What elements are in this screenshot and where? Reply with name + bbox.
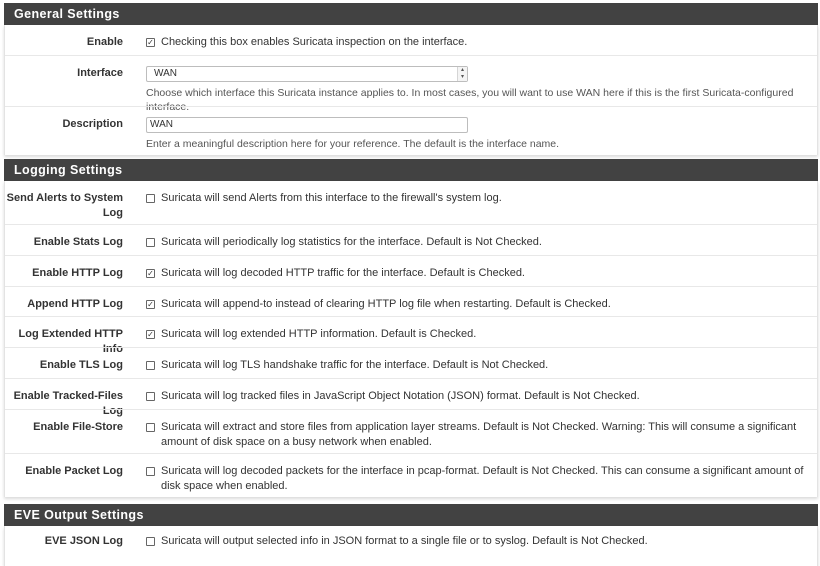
setting-label: Enable Stats Log bbox=[33, 236, 123, 248]
logging-settings-panel: Logging Settings Send Alerts to System L… bbox=[4, 159, 818, 497]
setting-row: Send Alerts to System Log Suricata will … bbox=[5, 181, 817, 224]
setting-content: Suricata will log TLS handshake traffic … bbox=[146, 358, 811, 373]
enable-label: Enable bbox=[86, 36, 123, 48]
description-label: Description bbox=[62, 118, 123, 130]
http-log-checkbox[interactable] bbox=[146, 269, 155, 278]
setting-text: Suricata will output selected info in JS… bbox=[161, 535, 648, 547]
select-arrows-icon: ▴ ▾ bbox=[457, 67, 467, 81]
eve-output-heading: EVE Output Settings bbox=[4, 504, 818, 526]
enable-checkbox[interactable] bbox=[146, 38, 155, 47]
description-input[interactable]: WAN bbox=[146, 117, 468, 133]
general-settings-heading: General Settings bbox=[4, 3, 818, 25]
setting-label: Send Alerts to System Log bbox=[6, 192, 123, 219]
setting-label: EVE JSON Log bbox=[44, 535, 123, 547]
setting-content: Suricata will log decoded packets for th… bbox=[146, 464, 811, 494]
setting-text: Suricata will send Alerts from this inte… bbox=[161, 192, 502, 204]
setting-row: Enable HTTP Log Suricata will log decode… bbox=[5, 255, 817, 286]
setting-row: Enable File-Store Suricata will extract … bbox=[5, 409, 817, 453]
description-help: Enter a meaningful description here for … bbox=[146, 138, 560, 150]
eve-json-checkbox[interactable] bbox=[146, 537, 155, 546]
enable-content: Checking this box enables Suricata inspe… bbox=[146, 35, 811, 50]
stats-log-checkbox[interactable] bbox=[146, 238, 155, 247]
general-settings-body: Enable Checking this box enables Suricat… bbox=[4, 25, 818, 155]
setting-label: Enable Packet Log bbox=[25, 465, 123, 477]
setting-label: Enable HTTP Log bbox=[32, 267, 123, 279]
interface-row: Interface WAN ▴ ▾ Choose which interface … bbox=[5, 55, 817, 113]
setting-content: Suricata will log tracked files in JavaS… bbox=[146, 389, 811, 404]
tracked-files-checkbox[interactable] bbox=[146, 392, 155, 401]
interface-label: Interface bbox=[77, 67, 123, 79]
send-alerts-checkbox[interactable] bbox=[146, 194, 155, 203]
setting-row: EVE JSON Log Suricata will output select… bbox=[5, 526, 817, 566]
enable-text: Checking this box enables Suricata inspe… bbox=[161, 36, 468, 48]
setting-label: Enable File-Store bbox=[33, 421, 123, 433]
logging-settings-heading: Logging Settings bbox=[4, 159, 818, 181]
interface-select[interactable]: WAN ▴ ▾ bbox=[146, 66, 468, 82]
setting-content: Suricata will append-to instead of clear… bbox=[146, 297, 811, 312]
setting-content: Suricata will log extended HTTP informat… bbox=[146, 327, 811, 342]
setting-text: Suricata will log extended HTTP informat… bbox=[161, 328, 477, 340]
eve-output-panel: EVE Output Settings EVE JSON Log Suricat… bbox=[4, 504, 818, 566]
eve-output-body: EVE JSON Log Suricata will output select… bbox=[4, 526, 818, 566]
logging-settings-body: Send Alerts to System Log Suricata will … bbox=[4, 181, 818, 497]
setting-row: Enable Packet Log Suricata will log deco… bbox=[5, 453, 817, 497]
setting-content: Suricata will log decoded HTTP traffic f… bbox=[146, 266, 811, 281]
append-http-log-checkbox[interactable] bbox=[146, 300, 155, 309]
setting-content: Suricata will send Alerts from this inte… bbox=[146, 191, 811, 206]
setting-text: Suricata will log TLS handshake traffic … bbox=[161, 359, 549, 371]
description-row: Description WAN Enter a meaningful descr… bbox=[5, 106, 817, 155]
setting-label: Append HTTP Log bbox=[27, 298, 123, 310]
setting-content: Suricata will periodically log statistic… bbox=[146, 235, 811, 250]
description-content: WAN Enter a meaningful description here … bbox=[146, 117, 811, 151]
setting-text: Suricata will extract and store files fr… bbox=[161, 421, 797, 448]
setting-content: Suricata will extract and store files fr… bbox=[146, 420, 811, 450]
setting-row: Enable TLS Log Suricata will log TLS han… bbox=[5, 347, 817, 378]
setting-row: Enable Tracked-Files Log Suricata will l… bbox=[5, 378, 817, 417]
setting-text: Suricata will append-to instead of clear… bbox=[161, 298, 611, 310]
setting-text: Suricata will log tracked files in JavaS… bbox=[161, 390, 640, 402]
enable-row: Enable Checking this box enables Suricat… bbox=[5, 25, 817, 55]
interface-select-value: WAN bbox=[154, 68, 177, 79]
file-store-checkbox[interactable] bbox=[146, 423, 155, 432]
setting-row: Log Extended HTTP Info Suricata will log… bbox=[5, 316, 817, 355]
setting-row: Append HTTP Log Suricata will append-to … bbox=[5, 286, 817, 316]
setting-row: Enable Stats Log Suricata will periodica… bbox=[5, 224, 817, 255]
extended-http-checkbox[interactable] bbox=[146, 330, 155, 339]
setting-text: Suricata will log decoded HTTP traffic f… bbox=[161, 267, 525, 279]
tls-log-checkbox[interactable] bbox=[146, 361, 155, 370]
setting-text: Suricata will log decoded packets for th… bbox=[161, 465, 804, 492]
setting-text: Suricata will periodically log statistic… bbox=[161, 236, 542, 248]
general-settings-panel: General Settings Enable Checking this bo… bbox=[4, 3, 818, 155]
packet-log-checkbox[interactable] bbox=[146, 467, 155, 476]
setting-label: Enable TLS Log bbox=[39, 359, 123, 371]
setting-content: Suricata will output selected info in JS… bbox=[146, 534, 811, 549]
